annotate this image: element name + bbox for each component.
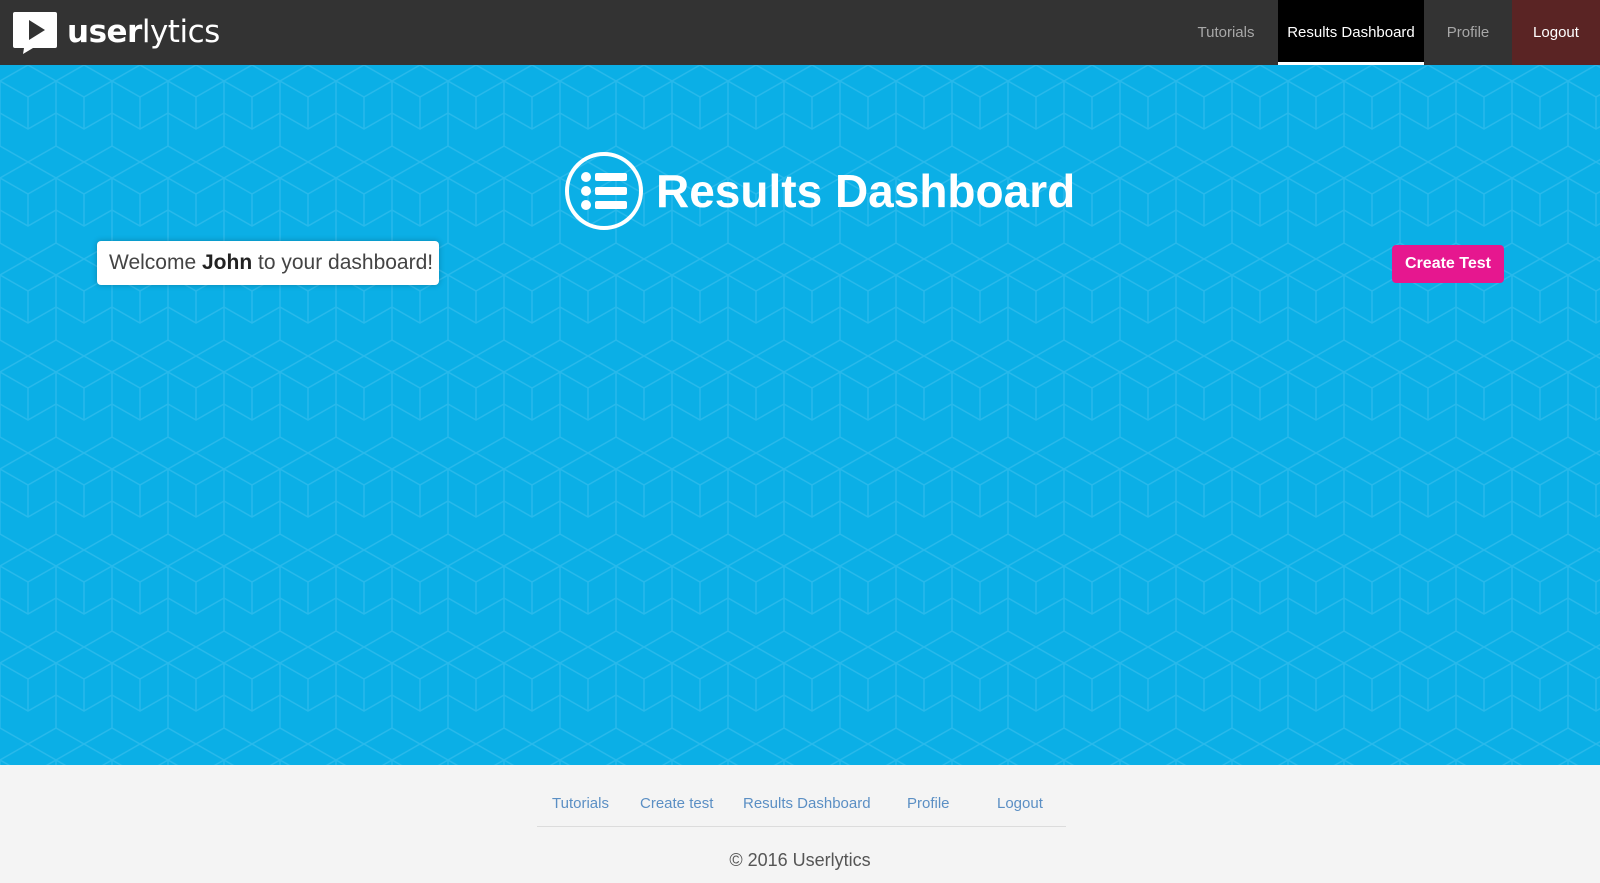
brand-logo[interactable]: userlytics (11, 10, 220, 54)
welcome-message: Welcome John to your dashboard! (97, 241, 439, 285)
main-nav: Tutorials Results Dashboard Profile Logo… (1188, 0, 1600, 65)
footer-link-profile[interactable]: Profile (907, 795, 950, 812)
nav-logout[interactable]: Logout (1512, 0, 1600, 65)
footer-link-create-test[interactable]: Create test (640, 795, 713, 812)
footer: Tutorials Create test Results Dashboard … (0, 765, 1600, 883)
play-icon (13, 12, 57, 54)
hero-section: Results Dashboard Welcome John to your d… (0, 65, 1600, 765)
brand-name: userlytics (67, 10, 220, 54)
footer-nav: Tutorials Create test Results Dashboard … (537, 795, 1066, 827)
welcome-prefix: Welcome (109, 251, 202, 274)
welcome-suffix: to your dashboard! (252, 251, 434, 274)
brand-name-bold: user (67, 14, 142, 50)
page-title: Results Dashboard (656, 165, 1076, 217)
footer-link-results-dashboard[interactable]: Results Dashboard (743, 795, 871, 812)
footer-link-tutorials[interactable]: Tutorials (552, 795, 609, 812)
footer-link-logout[interactable]: Logout (997, 795, 1043, 812)
create-test-button[interactable]: Create Test (1392, 245, 1504, 283)
copyright-text: © 2016 Userlytics (729, 850, 871, 870)
nav-results-dashboard[interactable]: Results Dashboard (1278, 0, 1424, 65)
page-header: Results Dashboard (564, 151, 1075, 231)
user-name: John (201, 251, 253, 274)
nav-tutorials[interactable]: Tutorials (1188, 0, 1268, 65)
list-icon (565, 152, 643, 230)
nav-profile[interactable]: Profile (1424, 0, 1512, 65)
brand-name-light: lytics (141, 14, 220, 50)
top-navbar: userlytics Tutorials Results Dashboard P… (0, 0, 1600, 65)
